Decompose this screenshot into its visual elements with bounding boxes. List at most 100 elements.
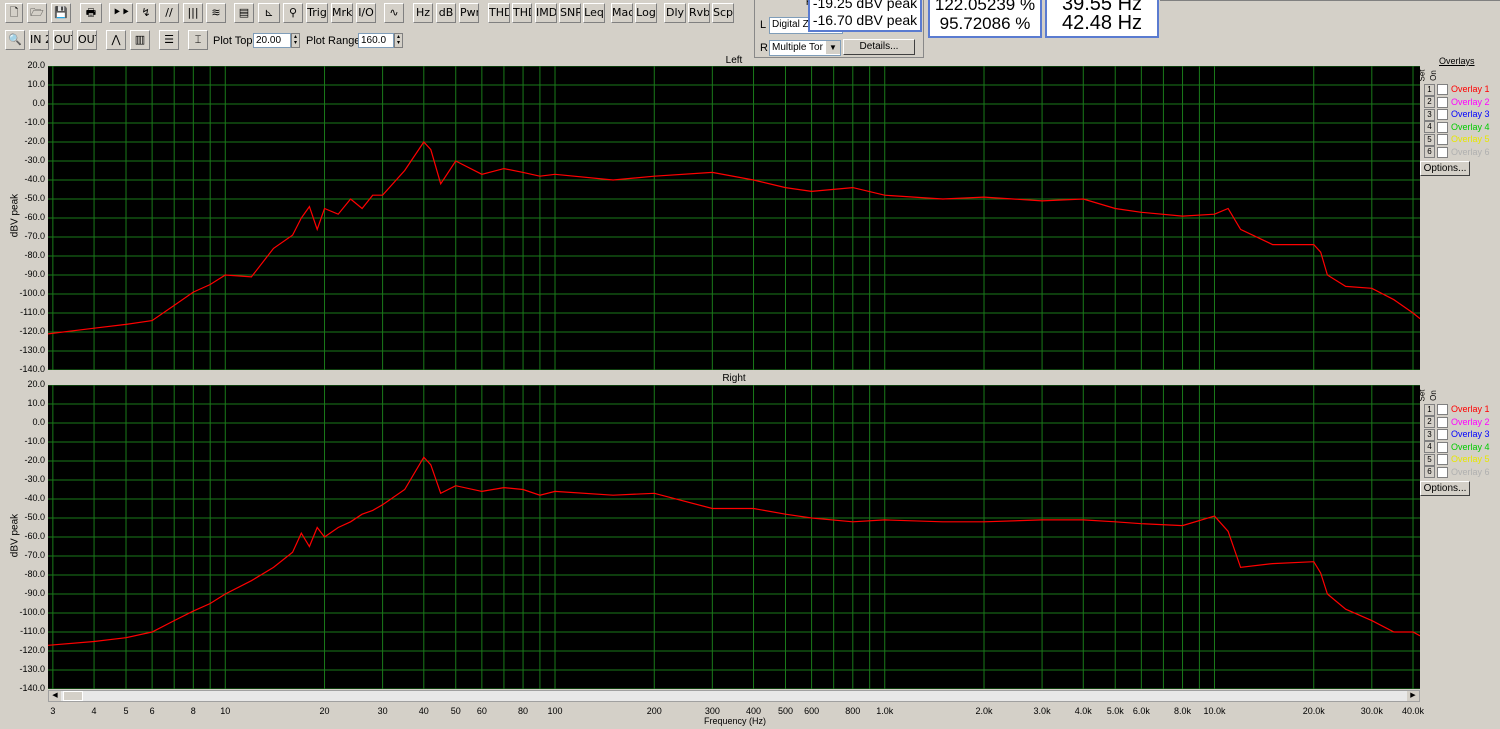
x-tick-label: 40 bbox=[418, 706, 429, 716]
right-input-select[interactable]: Multiple Tor ▼ bbox=[769, 40, 841, 56]
on-column-label: On bbox=[1428, 70, 1438, 81]
plot-range-input[interactable]: 160.0 bbox=[358, 33, 394, 48]
scp-button[interactable]: Scp bbox=[712, 3, 734, 23]
overlay-on-checkbox[interactable] bbox=[1437, 134, 1448, 146]
new-file-icon[interactable]: 🗋 bbox=[5, 3, 23, 23]
sine-button[interactable]: ∿ bbox=[384, 3, 404, 23]
overlay-on-checkbox[interactable] bbox=[1437, 146, 1448, 158]
spectrum-button[interactable]: ▥ bbox=[130, 30, 150, 50]
overlay-row: 3 Overlay 3 bbox=[1424, 428, 1490, 441]
overlay-set-button[interactable]: 3 bbox=[1424, 108, 1435, 121]
set-column-label: Set bbox=[1417, 69, 1427, 82]
chart-button[interactable]: ⊾ bbox=[258, 3, 280, 23]
hz-button[interactable]: Hz bbox=[413, 3, 433, 23]
overlay-on-checkbox[interactable] bbox=[1437, 441, 1448, 453]
dly-button[interactable]: Dly bbox=[664, 3, 686, 23]
overlay-on-checkbox[interactable] bbox=[1437, 84, 1448, 96]
overlay-on-checkbox[interactable] bbox=[1437, 454, 1448, 466]
rvb-button[interactable]: Rvb bbox=[688, 3, 710, 23]
panel-button[interactable]: ▤ bbox=[234, 3, 254, 23]
x-tick-label: 20 bbox=[319, 706, 330, 716]
overlay-on-checkbox[interactable] bbox=[1437, 404, 1448, 416]
overlay-on-checkbox[interactable] bbox=[1437, 121, 1448, 133]
x-tick-label: 30 bbox=[377, 706, 388, 716]
zoom-in-2x-button[interactable]: IN 2X bbox=[29, 30, 49, 50]
snr-button[interactable]: SNR bbox=[559, 3, 581, 23]
plot-range-spinner[interactable]: ▴ ▾ bbox=[394, 33, 403, 48]
signal-button[interactable]: // bbox=[159, 3, 179, 23]
overlay-set-button[interactable]: 1 bbox=[1424, 83, 1435, 96]
overlay-set-button[interactable]: 2 bbox=[1424, 96, 1435, 109]
overlay-label: Overlay 6 bbox=[1451, 146, 1490, 157]
x-tick-label: 2.0k bbox=[975, 706, 993, 716]
overlay-set-button[interactable]: 5 bbox=[1424, 133, 1435, 146]
thdn-button[interactable]: THD+N bbox=[512, 3, 532, 23]
left-channel-label: L bbox=[760, 19, 767, 31]
mrk-button[interactable]: Mrk bbox=[331, 3, 353, 23]
overlay-on-checkbox[interactable] bbox=[1437, 109, 1448, 121]
overlay-on-checkbox[interactable] bbox=[1437, 429, 1448, 441]
save-icon[interactable]: 💾 bbox=[51, 3, 71, 23]
mac-button[interactable]: Mac bbox=[611, 3, 633, 23]
y-tick-label: -90.0 bbox=[24, 588, 45, 598]
print-icon[interactable]: 🖶 bbox=[80, 3, 102, 23]
peak-button[interactable]: ⋀ bbox=[106, 30, 126, 50]
pwr-button[interactable]: Pwr bbox=[459, 3, 479, 23]
overlay-on-checkbox[interactable] bbox=[1437, 96, 1448, 108]
right-chart-title: Right bbox=[722, 373, 746, 384]
right-spectrum-plot[interactable] bbox=[48, 385, 1420, 689]
on-column-label: On bbox=[1428, 390, 1438, 401]
open-folder-icon[interactable]: 🗁 bbox=[27, 3, 47, 23]
db-button[interactable]: dB bbox=[436, 3, 456, 23]
y-tick-label: -100.0 bbox=[19, 607, 45, 617]
overlay-label: Overlay 3 bbox=[1451, 429, 1490, 439]
x-tick-label: 20.0k bbox=[1302, 706, 1325, 716]
horizontal-scrollbar[interactable]: ◀ ▶ bbox=[48, 690, 1420, 702]
left-chart-title: Left bbox=[725, 55, 743, 66]
zoom-out-2x-button[interactable]: OUT 2X bbox=[53, 30, 73, 50]
overlay-label: Overlay 1 bbox=[1451, 84, 1490, 94]
overlay-options-button[interactable]: Options... bbox=[1420, 481, 1470, 496]
plot-top-input[interactable]: 20.00 bbox=[253, 33, 291, 48]
scroll-right-arrow[interactable]: ▶ bbox=[1407, 691, 1419, 701]
overlay-row: 3 Overlay 3 bbox=[1424, 108, 1490, 121]
overlay-set-button[interactable]: 3 bbox=[1424, 428, 1435, 441]
overlay-on-checkbox[interactable] bbox=[1437, 466, 1448, 478]
overlay-set-button[interactable]: 4 bbox=[1424, 121, 1435, 134]
x-tick-label: 3.0k bbox=[1033, 706, 1051, 716]
overlay-set-button[interactable]: 2 bbox=[1424, 416, 1435, 429]
left-spectrum-plot[interactable] bbox=[48, 66, 1420, 370]
scroll-thumb[interactable] bbox=[63, 691, 83, 701]
run-button[interactable]: ⯈⯈ bbox=[109, 3, 133, 23]
y-tick-label: -50.0 bbox=[24, 193, 45, 203]
trig-button[interactable]: Trig bbox=[306, 3, 328, 23]
chevron-down-icon[interactable]: ▼ bbox=[826, 41, 840, 54]
x-tick-label: 6 bbox=[149, 706, 155, 716]
overlay-set-button[interactable]: 6 bbox=[1424, 146, 1435, 159]
waterfall-button[interactable]: ≋ bbox=[206, 3, 226, 23]
zoom-icon[interactable]: 🔍 bbox=[5, 30, 25, 50]
overlay-options-button[interactable]: Options... bbox=[1420, 161, 1470, 176]
y-tick-label: -20.0 bbox=[24, 136, 45, 146]
probe-button[interactable]: ⚲ bbox=[283, 3, 303, 23]
plot-top-spinner[interactable]: ▴ ▾ bbox=[291, 33, 300, 48]
imd-button[interactable]: IMD bbox=[535, 3, 557, 23]
details-button[interactable]: Details... bbox=[843, 39, 915, 55]
x-tick-label: 8 bbox=[190, 706, 196, 716]
log-button[interactable]: Log bbox=[635, 3, 657, 23]
list-button[interactable]: ☰ bbox=[159, 30, 179, 50]
overlay-set-button[interactable]: 4 bbox=[1424, 441, 1435, 454]
overlay-set-button[interactable]: 6 bbox=[1424, 466, 1435, 479]
io-button[interactable]: I/O bbox=[356, 3, 376, 23]
thd-button[interactable]: THD bbox=[488, 3, 510, 23]
overlay-set-button[interactable]: 5 bbox=[1424, 453, 1435, 466]
sweep-button[interactable]: ↯ bbox=[136, 3, 156, 23]
leq-button[interactable]: Leq bbox=[583, 3, 605, 23]
overlay-set-button[interactable]: 1 bbox=[1424, 403, 1435, 416]
zoom-out-full-button[interactable]: OUT FULL bbox=[77, 30, 97, 50]
y-tick-label: -100.0 bbox=[19, 288, 45, 298]
overlay-on-checkbox[interactable] bbox=[1437, 416, 1448, 428]
cursor-button[interactable]: ⌶ bbox=[188, 30, 208, 50]
scroll-left-arrow[interactable]: ◀ bbox=[49, 691, 61, 701]
bars-button[interactable]: ||| bbox=[183, 3, 203, 23]
